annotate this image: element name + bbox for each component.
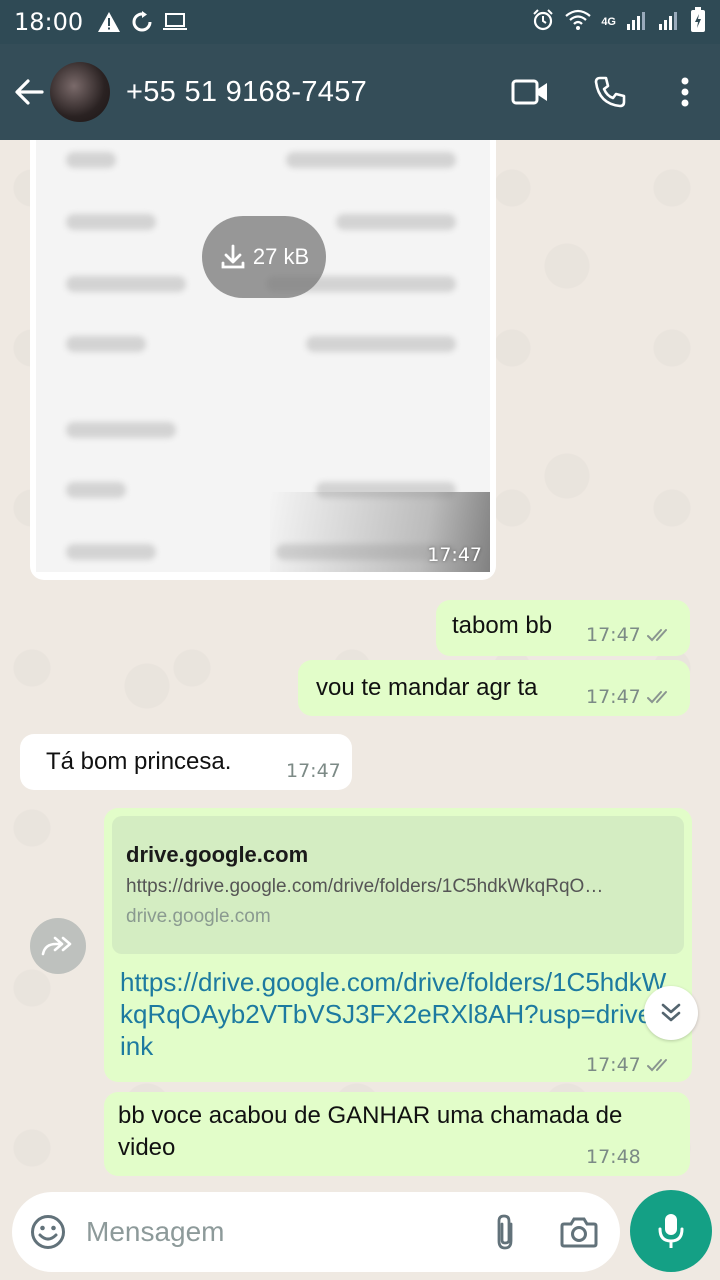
signal-icon-2 xyxy=(658,10,680,35)
battery-icon xyxy=(690,6,706,38)
blurred-document-image xyxy=(36,140,490,572)
paperclip-icon xyxy=(497,1214,513,1250)
message-time: 17:47 xyxy=(586,624,641,646)
signal-icon xyxy=(626,10,648,35)
microphone-icon xyxy=(658,1214,684,1248)
phone-icon xyxy=(594,76,626,108)
camera-icon xyxy=(560,1217,598,1248)
wifi-icon xyxy=(565,9,592,36)
laptop-icon xyxy=(163,12,188,32)
voice-call-button[interactable] xyxy=(570,44,650,140)
message-input[interactable] xyxy=(86,1216,466,1248)
emoji-button[interactable] xyxy=(26,1210,70,1254)
outgoing-link-message[interactable]: drive.google.com https://drive.google.co… xyxy=(104,808,692,1082)
download-button[interactable]: 27 kB xyxy=(202,216,326,298)
incoming-message[interactable]: Tá bom princesa. 17:47 xyxy=(20,734,352,790)
double-check-icon xyxy=(647,1059,667,1072)
scroll-to-bottom-button[interactable] xyxy=(644,986,698,1040)
link-preview-domain: drive.google.com xyxy=(126,906,271,927)
network-type: 4G xyxy=(601,15,616,28)
avatar[interactable] xyxy=(50,62,110,122)
arrow-left-icon xyxy=(15,79,44,105)
chat-area[interactable]: 27 kB 17:47 tabom bb 17:47 vou te mandar… xyxy=(0,140,720,1280)
message-composer xyxy=(12,1192,620,1272)
double-check-icon xyxy=(647,691,667,704)
message-time: 17:48 xyxy=(586,1146,641,1168)
message-text: vou te mandar agr ta xyxy=(316,674,538,701)
chat-header: +55 51 9168-7457 xyxy=(0,44,720,140)
more-vertical-icon xyxy=(681,77,689,107)
download-icon xyxy=(221,244,245,269)
status-time: 18:00 xyxy=(14,8,84,36)
camera-button[interactable] xyxy=(552,1205,606,1259)
link-preview-title: drive.google.com xyxy=(126,842,309,867)
warning-icon xyxy=(97,11,121,33)
message-text: tabom bb xyxy=(452,612,553,639)
video-call-button[interactable] xyxy=(490,44,570,140)
outgoing-message[interactable]: vou te mandar agr ta 17:47 xyxy=(298,660,690,716)
forward-button[interactable] xyxy=(30,918,86,974)
message-time: 17:47 xyxy=(427,544,482,566)
link-preview-url: https://drive.google.com/drive/folders/1… xyxy=(126,876,604,897)
status-bar: 18:00 4G xyxy=(0,0,720,44)
link-text[interactable]: https://drive.google.com/drive/folders/1… xyxy=(120,966,674,1062)
message-text: Tá bom princesa. xyxy=(46,748,232,775)
forward-icon xyxy=(41,936,72,956)
more-options-button[interactable] xyxy=(650,44,720,140)
chevron-double-down-icon xyxy=(661,1003,681,1022)
voice-message-button[interactable] xyxy=(630,1190,712,1272)
emoji-icon xyxy=(31,1215,65,1249)
video-camera-icon xyxy=(511,79,547,105)
sync-icon xyxy=(131,11,153,33)
alarm-icon xyxy=(531,8,555,37)
link-preview-card[interactable]: drive.google.com https://drive.google.co… xyxy=(112,816,684,954)
contact-name[interactable]: +55 51 9168-7457 xyxy=(126,76,367,109)
image-message[interactable]: 27 kB 17:47 xyxy=(30,140,496,580)
outgoing-message[interactable]: bb voce acabou de GANHAR uma chamada de … xyxy=(104,1092,690,1176)
attach-button[interactable] xyxy=(478,1205,532,1259)
outgoing-message[interactable]: tabom bb 17:47 xyxy=(436,600,690,656)
file-size: 27 kB xyxy=(252,244,310,269)
message-time: 17:47 xyxy=(586,1054,641,1076)
double-check-icon xyxy=(647,629,667,642)
message-time: 17:47 xyxy=(586,686,641,708)
message-time: 17:47 xyxy=(286,760,341,782)
